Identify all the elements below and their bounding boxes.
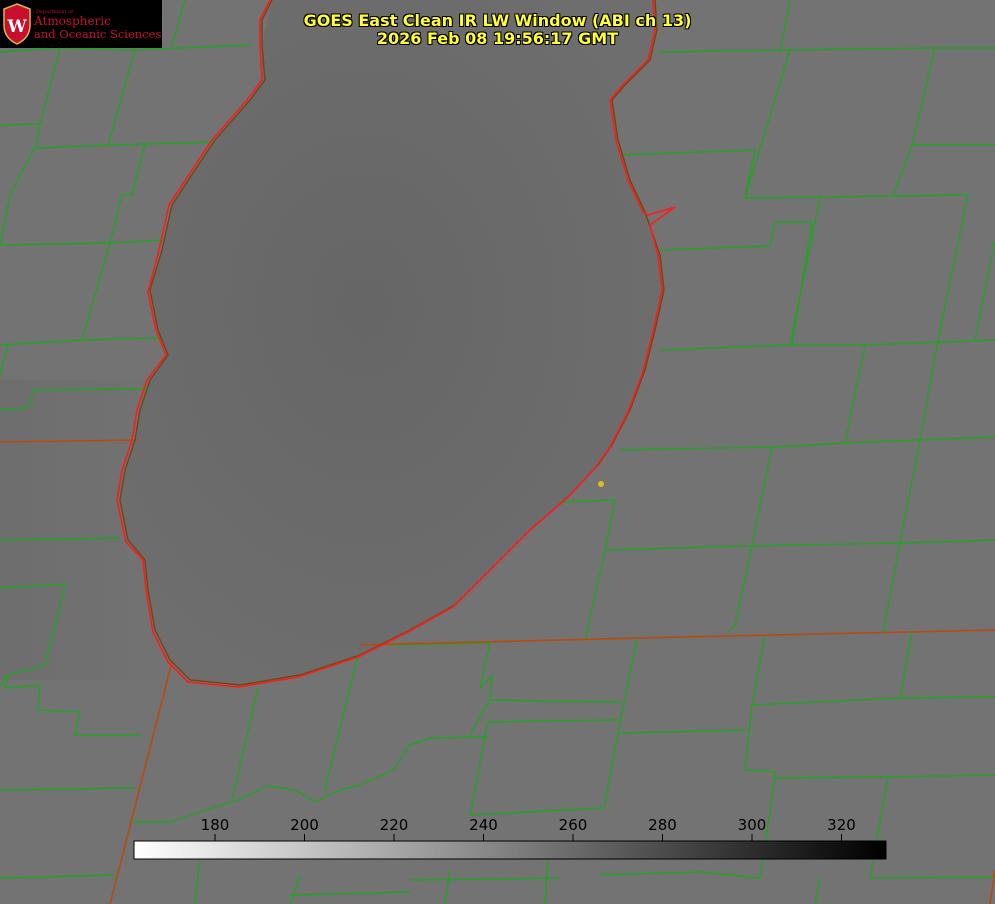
colorbar-tick-label: 260 xyxy=(559,816,588,834)
colorbar-tick-label: 180 xyxy=(201,816,230,834)
location-marker xyxy=(598,481,604,487)
colorbar-tick-label: 240 xyxy=(469,816,498,834)
colorbar-tick-label: 320 xyxy=(827,816,856,834)
svg-text:W: W xyxy=(6,17,27,37)
colorbar-tick-label: 220 xyxy=(380,816,409,834)
colorbar-ramp xyxy=(133,840,887,860)
department-logo: W Department of Atmospheric and Oceanic … xyxy=(0,0,162,48)
logo-line-1: Atmospheric xyxy=(34,14,111,28)
satellite-map: 180 200 220 240 260 280 300 320 xyxy=(0,0,995,904)
logo-line-2: and Oceanic Sciences xyxy=(34,27,162,41)
uw-crest-icon: W xyxy=(3,3,31,45)
satellite-image-view: 180 200 220 240 260 280 300 320 GOES East Clean… xyxy=(0,0,995,904)
colorbar-tick-label: 280 xyxy=(648,816,677,834)
colorbar-tick-label: 200 xyxy=(290,816,319,834)
colorbar-tick-label: 300 xyxy=(738,816,767,834)
